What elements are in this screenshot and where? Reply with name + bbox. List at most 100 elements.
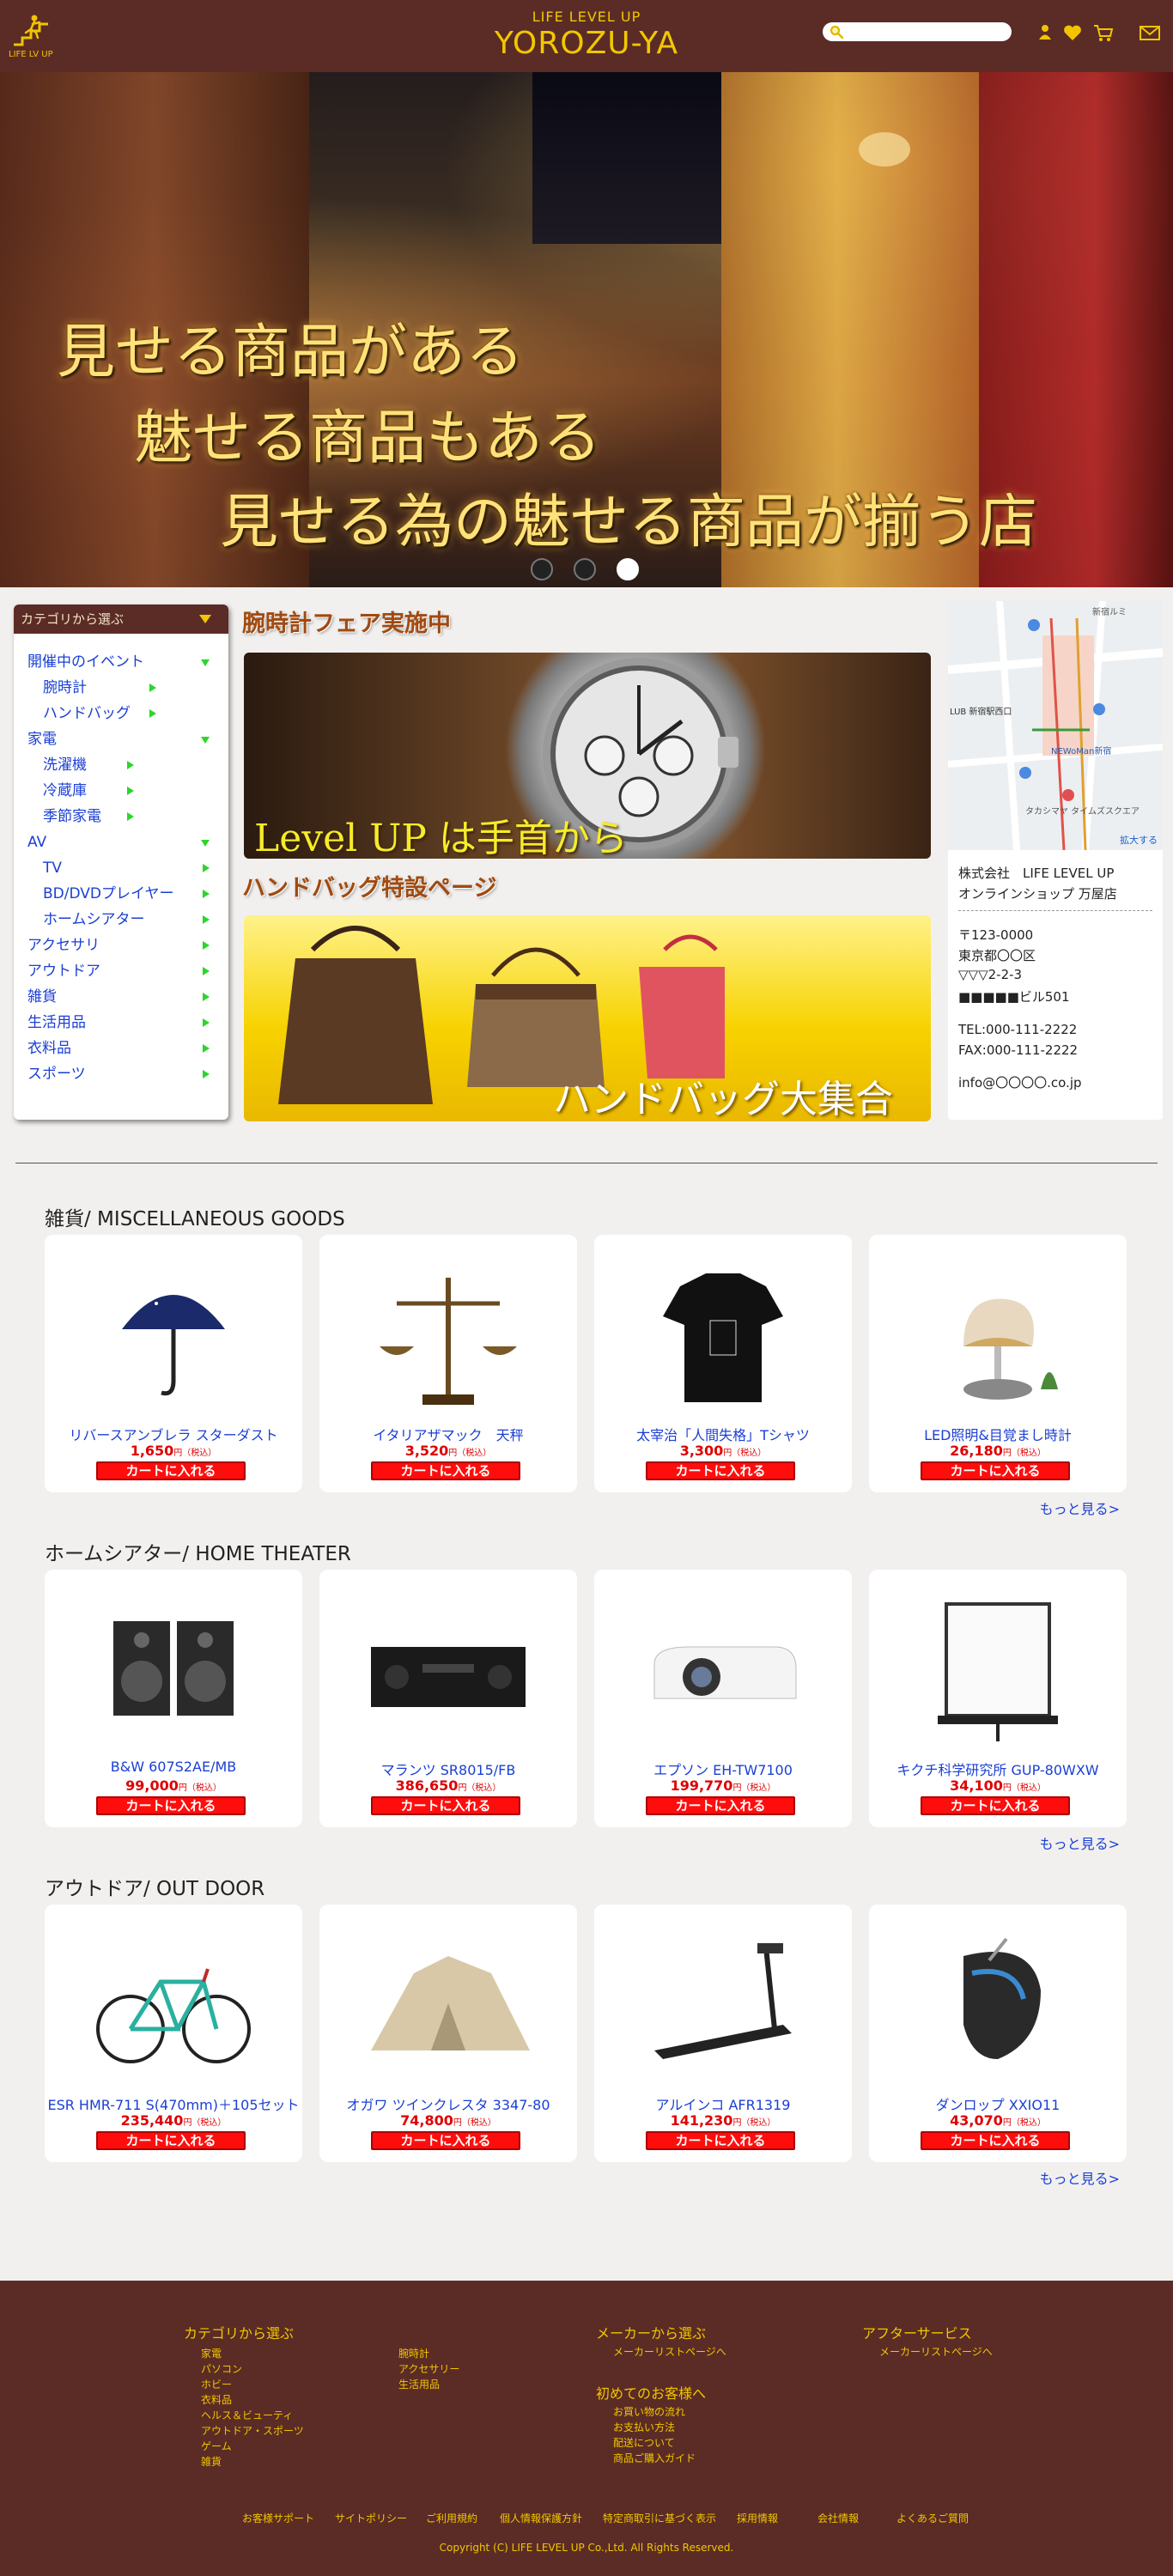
footer-guide-link[interactable]: お支払い方法 [613,2420,675,2434]
product-card[interactable]: アルインコ AFR1319 141,230円（税込） カートに入れる [594,1905,852,2162]
watch-fair-title[interactable]: 腕時計フェア実施中 [242,605,451,638]
product-card[interactable]: ダンロップ XXIO11 43,070円（税込） カートに入れる [869,1905,1127,2162]
category-item[interactable]: スポーツ [14,1061,228,1087]
footer-after-link[interactable]: メーカーリストページへ [879,2344,993,2359]
footer-guide-link[interactable]: 配送について [613,2435,675,2450]
tent-image[interactable] [362,1922,534,2085]
mail-icon[interactable] [1139,22,1161,43]
watch-fair-banner[interactable]: Level UP は手首から [244,653,931,859]
category-item[interactable]: アクセサリ [14,933,228,958]
slider-dot-2[interactable] [574,558,596,580]
category-item[interactable]: AV [14,829,228,855]
add-to-cart-button[interactable]: カートに入れる [96,1796,246,1815]
hero-slider[interactable]: 見せる商品がある 魅せる商品もある 見せる為の魅せる商品が揃う店 [0,72,1173,587]
footer-category-link[interactable]: アクセサリー [398,2361,459,2376]
tshirt-image[interactable] [637,1252,809,1415]
product-name[interactable]: LED照明&目覚まし時計 [869,1424,1127,1444]
product-card[interactable]: LED照明&目覚まし時計 26,180円（税込） カートに入れる [869,1235,1127,1492]
product-name[interactable]: ダンロップ XXIO11 [869,2093,1127,2114]
add-to-cart-button[interactable]: カートに入れる [371,1461,520,1480]
see-more-link[interactable]: もっと見る> [1040,2167,1120,2188]
category-item[interactable]: 腕時計 [14,675,228,701]
handbag-banner[interactable]: ハンドバッグ大集合 [244,915,931,1121]
see-more-link[interactable]: もっと見る> [1040,1832,1120,1853]
slider-dot-1[interactable] [531,558,553,580]
product-card[interactable]: イタリアザマック 天秤 3,520円（税込） カートに入れる [319,1235,577,1492]
add-to-cart-button[interactable]: カートに入れる [371,2131,520,2150]
product-name[interactable]: 太宰治「人間失格」Tシャツ [594,1424,852,1444]
category-item[interactable]: ホームシアター [14,907,228,933]
cart-icon[interactable] [1092,22,1115,43]
footer-bottom-link[interactable]: サイトポリシー [335,2511,407,2525]
shop-map[interactable]: 新宿ルミ LUB 新宿駅西口 NEWoMan新宿 タカシマヤ タイムズスクエア … [948,601,1163,850]
add-to-cart-button[interactable]: カートに入れる [96,2131,246,2150]
add-to-cart-button[interactable]: カートに入れる [96,1461,246,1480]
product-card[interactable]: 太宰治「人間失格」Tシャツ 3,300円（税込） カートに入れる [594,1235,852,1492]
footer-category-link[interactable]: パソコン [201,2361,242,2376]
footer-category-link[interactable]: 衣料品 [201,2392,232,2407]
footer-guide-link[interactable]: 商品ご購入ガイド [613,2451,696,2465]
footer-category-link[interactable]: 腕時計 [398,2346,429,2360]
category-item[interactable]: 冷蔵庫 [14,778,228,804]
add-to-cart-button[interactable]: カートに入れる [921,1796,1070,1815]
footer-category-link[interactable]: ホビー [201,2377,232,2391]
product-name[interactable]: キクチ科学研究所 GUP-80WXW [869,1759,1127,1779]
umbrella-image[interactable] [88,1252,259,1415]
product-name[interactable]: イタリアザマック 天秤 [319,1424,577,1444]
product-card[interactable]: リバースアンブレラ スターダスト 1,650円（税込） カートに入れる [45,1235,302,1492]
product-card[interactable]: マランツ SR8015/FB 386,650円（税込） カートに入れる [319,1570,577,1827]
category-item[interactable]: BD/DVDプレイヤー [14,881,228,907]
add-to-cart-button[interactable]: カートに入れる [371,1796,520,1815]
email-address[interactable]: info@〇〇〇〇.co.jp [958,1073,1082,1091]
footer-category-link[interactable]: 家電 [201,2346,222,2360]
category-item[interactable]: 衣料品 [14,1036,228,1061]
search-icon[interactable] [830,25,843,39]
category-item[interactable]: 家電 [14,726,228,752]
footer-bottom-link[interactable]: よくあるご質問 [896,2511,969,2525]
add-to-cart-button[interactable]: カートに入れる [921,1461,1070,1480]
scale-image[interactable] [362,1252,534,1415]
footer-bottom-link[interactable]: 特定商取引に基づく表示 [603,2511,716,2525]
add-to-cart-button[interactable]: カートに入れる [921,2131,1070,2150]
footer-bottom-link[interactable]: ご利用規約 [426,2511,477,2525]
footer-maker-link[interactable]: メーカーリストページへ [613,2344,726,2359]
search-input[interactable] [847,23,1006,40]
product-name[interactable]: リバースアンブレラ スターダスト [45,1424,302,1444]
category-item[interactable]: TV [14,855,228,881]
user-icon[interactable] [1034,22,1056,43]
category-item[interactable]: 季節家電 [14,804,228,829]
product-card[interactable]: オガワ ツインクレスタ 3347-80 74,800円（税込） カートに入れる [319,1905,577,2162]
footer-bottom-link[interactable]: 採用情報 [737,2511,778,2525]
product-name[interactable]: マランツ SR8015/FB [319,1759,577,1779]
projector-image[interactable] [637,1587,809,1750]
category-item[interactable]: 開催中のイベント [14,649,228,675]
category-item[interactable]: アウトドア [14,958,228,984]
add-to-cart-button[interactable]: カートに入れる [646,1461,795,1480]
category-item[interactable]: 生活用品 [14,1010,228,1036]
bag-page-title[interactable]: ハンドバッグ特設ページ [242,869,496,902]
slider-dot-3[interactable] [617,558,639,580]
category-item[interactable]: 洗濯機 [14,752,228,778]
product-name[interactable]: エプソン EH-TW7100 [594,1759,852,1779]
category-item[interactable]: 雑貨 [14,984,228,1010]
speakers-image[interactable] [88,1587,259,1750]
av-receiver-image[interactable] [362,1587,534,1750]
golf-driver-image[interactable] [912,1922,1084,2085]
footer-bottom-link[interactable]: 会社情報 [817,2511,859,2525]
bird-lamp-image[interactable] [912,1252,1084,1415]
footer-category-link[interactable]: アウトドア・スポーツ [201,2423,304,2438]
product-name[interactable]: オガワ ツインクレスタ 3347-80 [319,2093,577,2114]
product-name[interactable]: B&W 607S2AE/MB [45,1759,302,1775]
product-card[interactable]: キクチ科学研究所 GUP-80WXW 34,100円（税込） カートに入れる [869,1570,1127,1827]
product-name[interactable]: アルインコ AFR1319 [594,2093,852,2114]
add-to-cart-button[interactable]: カートに入れる [646,1796,795,1815]
product-card[interactable]: ESR HMR-711 S(470mm)＋105セット 235,440円（税込） カ… [45,1905,302,2162]
map-enlarge-link[interactable]: 拡大する [1120,833,1158,847]
footer-category-link[interactable]: 雑貨 [201,2454,222,2469]
category-item[interactable]: ハンドバッグ [14,701,228,726]
screen-image[interactable] [912,1587,1084,1750]
product-name[interactable]: ESR HMR-711 S(470mm)＋105セット [45,2093,302,2114]
add-to-cart-button[interactable]: カートに入れる [646,2131,795,2150]
footer-guide-link[interactable]: お買い物の流れ [613,2404,685,2419]
see-more-link[interactable]: もっと見る> [1040,1498,1120,1518]
